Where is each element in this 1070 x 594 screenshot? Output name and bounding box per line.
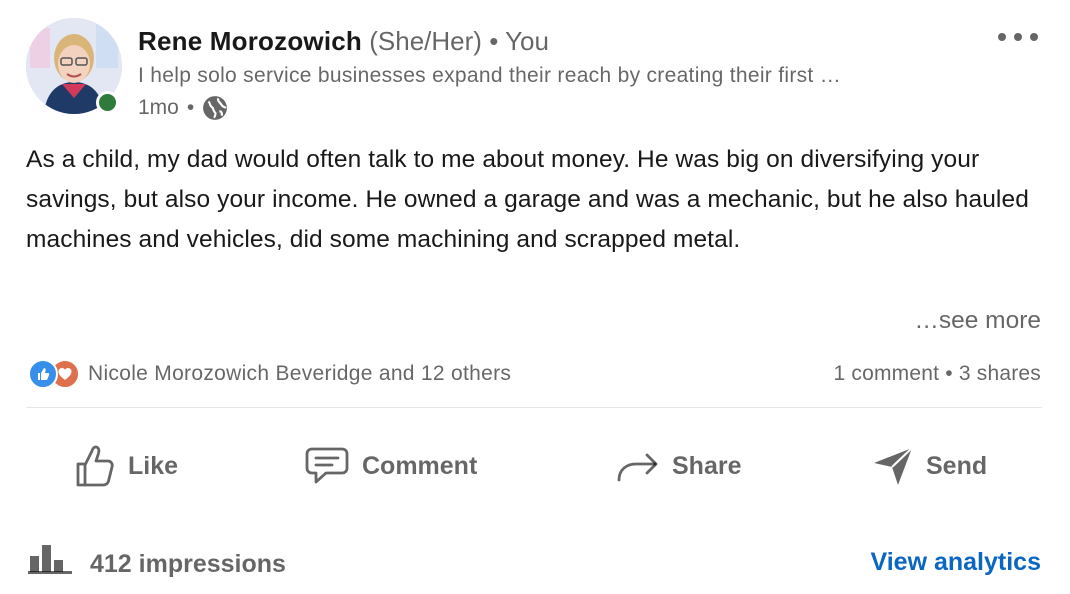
comment-label: Comment (362, 451, 478, 480)
more-options-icon[interactable] (996, 30, 1040, 44)
share-label: Share (672, 451, 742, 480)
reactions-summary[interactable]: Nicole Morozowich Beveridge and 12 other… (28, 359, 511, 389)
comments-count[interactable]: 1 comment (834, 362, 940, 385)
send-plane-icon (872, 445, 914, 487)
post-text: As a child, my dad would often talk to m… (26, 146, 1029, 253)
post-meta: 1mo • (138, 94, 228, 122)
author-name[interactable]: Rene Morozowich (138, 26, 362, 56)
comment-icon (304, 446, 350, 486)
like-label: Like (128, 451, 179, 480)
view-analytics-link[interactable]: View analytics (871, 542, 1041, 582)
see-more-button[interactable]: …see more (914, 302, 1041, 340)
engagement-counts: 1 comment • 3 shares (834, 360, 1042, 388)
globe-icon (202, 95, 228, 121)
send-button[interactable]: Send (872, 438, 987, 494)
author-name-row: Rene Morozowich (She/Her) • You (138, 24, 549, 58)
send-label: Send (926, 451, 988, 480)
share-button[interactable]: Share (616, 438, 741, 494)
like-reaction-icon (28, 359, 58, 389)
time-separator: • (186, 96, 195, 119)
author-headline: I help solo service businesses expand th… (138, 64, 841, 87)
share-arrow-icon (616, 448, 660, 484)
reactors-text[interactable]: Nicole Morozowich Beveridge and 12 other… (88, 362, 511, 386)
author-relation: You (505, 26, 549, 56)
divider (26, 407, 1042, 408)
online-status-indicator (96, 91, 119, 114)
impressions-summary: 412 impressions (28, 542, 286, 586)
comment-button[interactable]: Comment (304, 438, 477, 494)
shares-count[interactable]: 3 shares (959, 362, 1041, 385)
name-separator: • (489, 26, 499, 56)
bar-chart-icon (28, 542, 72, 586)
post-time: 1mo (138, 96, 179, 119)
like-button[interactable]: Like (74, 438, 178, 494)
counts-separator: • (945, 362, 953, 385)
author-pronouns: (She/Her) (369, 26, 482, 56)
impressions-count: 412 impressions (90, 550, 286, 578)
like-icon (74, 443, 116, 489)
